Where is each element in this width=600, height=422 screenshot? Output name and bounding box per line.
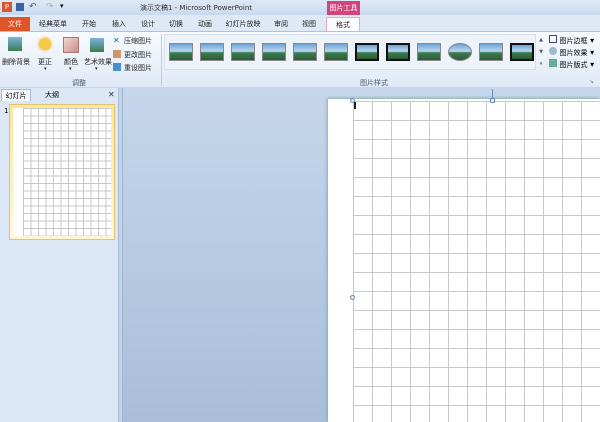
picture-layout-icon [549, 59, 557, 67]
resize-handle[interactable] [490, 98, 495, 103]
picture-styles-gallery [164, 34, 536, 70]
dialog-launcher-icon[interactable]: ↘ [589, 78, 594, 85]
close-pane-icon[interactable]: ✕ [108, 90, 115, 99]
tab-home[interactable]: 开始 [76, 17, 102, 31]
tab-file[interactable]: 文件 [0, 17, 30, 31]
tab-format[interactable]: 格式 [326, 17, 360, 31]
save-icon[interactable] [16, 3, 24, 11]
more-icon[interactable]: ▾ [537, 58, 545, 70]
adjust-group-label: 调整 [72, 79, 86, 87]
customize-icon[interactable]: ▾ [60, 2, 64, 10]
picture-style-4[interactable] [262, 43, 286, 61]
tab-outline[interactable]: 大纲 [40, 89, 64, 101]
compress-pictures-button[interactable]: ✕ 压缩图片 [113, 36, 152, 45]
picture-style-7[interactable] [355, 43, 379, 61]
picture-style-5[interactable] [293, 43, 317, 61]
text-cursor [354, 102, 356, 109]
slide-number: 1 [4, 107, 9, 115]
tab-transitions[interactable]: 切换 [163, 17, 189, 31]
tab-insert[interactable]: 插入 [106, 17, 132, 31]
scroll-up-icon[interactable]: ▲ [537, 34, 545, 46]
window-title: 演示文稿1 - Microsoft PowerPoint [140, 4, 253, 12]
tab-design[interactable]: 设计 [135, 17, 161, 31]
resize-handle[interactable] [350, 98, 355, 103]
rotate-handle-line [492, 89, 493, 98]
picture-style-1[interactable] [169, 43, 193, 61]
picture-effects-button[interactable]: 图片效果 ▾ [549, 47, 594, 58]
artistic-effects-button[interactable]: 艺术效果 ▾ [84, 35, 112, 75]
reset-picture-button[interactable]: 重设图片 [113, 63, 152, 73]
gallery-scroll[interactable]: ▲ ▼ ▾ [537, 34, 545, 70]
picture-effects-icon [549, 47, 557, 55]
picture-tools-label: 图片工具 [327, 1, 360, 15]
tab-animations[interactable]: 动画 [192, 17, 218, 31]
picture-style-6[interactable] [324, 43, 348, 61]
picture-styles-group-label: 图片样式 [360, 79, 388, 87]
tab-slideshow[interactable]: 幻灯片放映 [222, 17, 264, 31]
color-icon [63, 37, 79, 53]
powerpoint-logo-icon: P [2, 2, 12, 12]
compress-icon: ✕ [113, 36, 120, 45]
picture-style-8[interactable] [386, 43, 410, 61]
dropdown-arrow-icon: ▾ [69, 66, 72, 72]
corrections-button[interactable]: 更正 ▾ [36, 35, 58, 75]
change-picture-button[interactable]: 更改图片 [113, 50, 152, 60]
ribbon-tabs: 文件 经典菜单 开始 插入 设计 切换 动画 幻灯片放映 审阅 视图 格式 [0, 15, 600, 31]
tab-view[interactable]: 视图 [296, 17, 322, 31]
remove-background-icon [8, 37, 22, 51]
scroll-down-icon[interactable]: ▼ [537, 46, 545, 58]
thumbnail-grid-picture [23, 108, 111, 236]
picture-border-button[interactable]: 图片边框 ▾ [549, 35, 594, 46]
picture-style-9[interactable] [417, 43, 441, 61]
reset-picture-icon [113, 63, 121, 71]
slide-thumbnail[interactable] [9, 104, 115, 240]
group-divider [161, 34, 162, 86]
picture-style-12[interactable] [510, 43, 534, 61]
dropdown-arrow-icon: ▾ [95, 66, 98, 72]
color-button[interactable]: 颜色 ▾ [61, 35, 83, 75]
picture-style-10[interactable] [448, 43, 472, 61]
picture-layout-button[interactable]: 图片版式 ▾ [549, 59, 594, 70]
slides-pane: 幻灯片 大纲 ✕ 1 [0, 88, 119, 422]
picture-style-11[interactable] [479, 43, 503, 61]
title-bar: P ↶ ↷ ▾ 演示文稿1 - Microsoft PowerPoint 图片工… [0, 0, 600, 15]
tab-slides[interactable]: 幻灯片 [1, 89, 31, 101]
tab-classic-menu[interactable]: 经典菜单 [36, 17, 70, 31]
ribbon: 删除背景 更正 ▾ 颜色 ▾ 艺术效果 ▾ ✕ 压缩图片 更改图片 重设图片 调… [0, 31, 600, 88]
sun-icon [39, 38, 51, 50]
dropdown-arrow-icon: ▾ [44, 66, 47, 72]
change-picture-icon [113, 50, 121, 58]
remove-background-button[interactable]: 删除背景 [2, 35, 30, 71]
redo-icon[interactable]: ↷ [46, 2, 54, 12]
picture-style-3[interactable] [231, 43, 255, 61]
resize-handle[interactable] [350, 295, 355, 300]
picture-border-icon [549, 35, 557, 43]
artistic-effects-icon [90, 38, 104, 52]
undo-icon[interactable]: ↶ [29, 2, 37, 12]
picture-style-2[interactable] [200, 43, 224, 61]
slide[interactable] [328, 89, 600, 422]
grid-picture[interactable] [353, 101, 600, 422]
tab-review[interactable]: 审阅 [268, 17, 294, 31]
